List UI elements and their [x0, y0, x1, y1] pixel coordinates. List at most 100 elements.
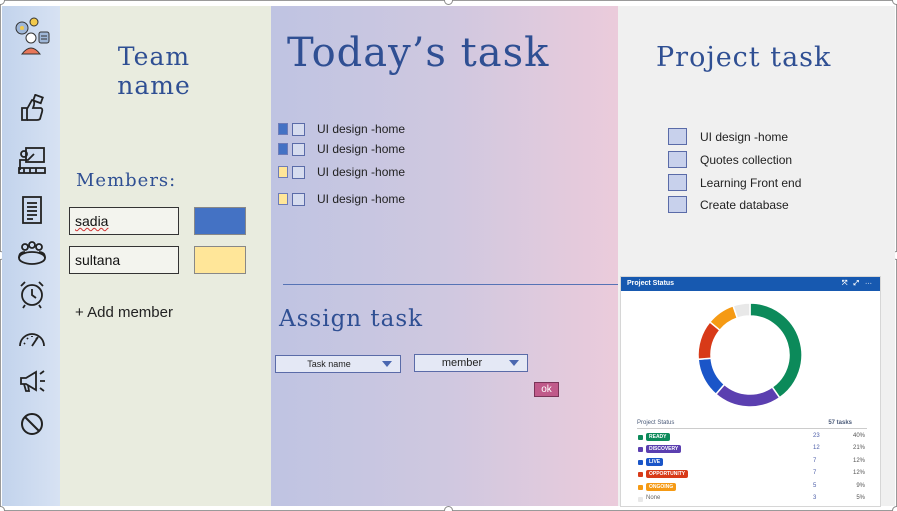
member-name: sadia — [75, 213, 109, 229]
status-percent: 5% — [856, 495, 865, 501]
project-task-label: Create database — [700, 197, 789, 212]
status-count: 12 — [813, 445, 820, 452]
status-color-dot — [638, 497, 643, 502]
donut-slice-live[interactable] — [697, 357, 726, 396]
todays-task-panel: Today’s task UI design -home UI design -… — [271, 6, 618, 506]
project-status-widget: Project Status ⤧ ⤢ ⋯ Project Status 57 t… — [620, 276, 881, 507]
task-label: UI design -home — [317, 165, 406, 179]
task-checkbox[interactable] — [292, 142, 305, 156]
resize-handle-bottom-right[interactable] — [892, 506, 897, 511]
project-task-row: Quotes collection — [668, 151, 792, 168]
assignee-color-marker — [278, 193, 288, 205]
status-row[interactable]: DISCOVERY 12 21% — [637, 444, 867, 455]
block-icon[interactable] — [16, 408, 48, 440]
status-label: LIVE — [646, 457, 664, 466]
team-logo-icon[interactable] — [10, 16, 52, 58]
team-name-title: Team name — [117, 42, 191, 100]
status-row[interactable]: None 3 5% — [637, 494, 867, 505]
status-color-dot — [638, 435, 643, 440]
task-name-dropdown-value: Task name — [307, 359, 351, 369]
speedometer-icon[interactable] — [16, 324, 48, 356]
status-table-title: Project Status — [637, 420, 675, 426]
member-color-swatch[interactable] — [194, 207, 246, 235]
task-label: UI design -home — [317, 122, 406, 136]
document-list-icon[interactable] — [16, 194, 48, 226]
donut-slice-discovery[interactable] — [714, 383, 781, 408]
task-checkbox[interactable] — [292, 122, 305, 136]
assignee-color-marker — [278, 123, 288, 135]
alarm-clock-icon[interactable] — [16, 278, 48, 310]
status-row[interactable]: READY 23 40% — [637, 432, 867, 443]
chevron-down-icon — [509, 360, 519, 366]
status-percent: 9% — [856, 482, 865, 489]
status-label: READY — [646, 433, 670, 441]
project-task-checkbox[interactable] — [668, 151, 687, 168]
presentation-icon[interactable] — [16, 144, 48, 176]
status-count: 23 — [813, 433, 820, 439]
status-label: DISCOVERY — [646, 445, 682, 454]
project-task-checkbox[interactable] — [668, 174, 687, 191]
assignee-color-marker — [278, 166, 288, 178]
status-row[interactable]: ONGOING 5 9% — [637, 482, 867, 493]
status-percent: 12% — [852, 457, 865, 464]
status-color-dot — [638, 484, 643, 490]
status-table-header: Project Status 57 tasks — [637, 420, 867, 429]
status-color-dot — [638, 447, 643, 453]
status-color-dot — [638, 459, 643, 465]
section-divider — [283, 284, 618, 285]
ok-button[interactable]: ok — [534, 382, 559, 397]
task-row: UI design -home — [278, 141, 405, 157]
project-task-row: UI design -home — [668, 128, 788, 145]
task-checkbox[interactable] — [292, 165, 305, 179]
widget-header: Project Status ⤧ ⤢ ⋯ — [621, 277, 880, 291]
status-row[interactable]: LIVE 7 12% — [637, 457, 867, 468]
status-total-count: 57 tasks — [828, 420, 852, 426]
project-task-label: Quotes collection — [700, 152, 793, 167]
status-count: 5 — [813, 482, 817, 489]
add-member-button[interactable]: + Add member — [75, 304, 173, 321]
member-name-field[interactable]: sultana — [69, 246, 179, 274]
icon-sidebar — [2, 6, 60, 506]
task-label: UI design -home — [317, 142, 406, 156]
project-task-title: Project task — [656, 42, 832, 73]
project-task-row: Create database — [668, 196, 789, 213]
project-task-checkbox[interactable] — [668, 128, 687, 145]
task-row: UI design -home — [278, 164, 405, 180]
status-percent: 12% — [852, 470, 865, 477]
project-task-row: Learning Front end — [668, 174, 801, 191]
member-dropdown[interactable]: member — [414, 354, 528, 372]
task-label: UI design -home — [317, 192, 406, 206]
resize-handle-bottom[interactable] — [444, 506, 453, 511]
status-color-dot — [638, 472, 643, 478]
status-donut-chart — [697, 302, 803, 408]
donut-slice-ready[interactable] — [749, 302, 803, 399]
todays-task-title: Today’s task — [287, 30, 550, 76]
status-label: OPPORTUNITY — [646, 470, 689, 479]
megaphone-icon[interactable] — [16, 364, 48, 396]
thumbs-up-icon[interactable] — [16, 93, 48, 126]
status-label: ONGOING — [646, 482, 677, 491]
status-label: None — [646, 495, 661, 501]
member-name: sultana — [75, 252, 121, 268]
status-count: 7 — [813, 457, 817, 464]
status-count: 7 — [813, 470, 817, 477]
member-color-swatch[interactable] — [194, 246, 246, 274]
status-count: 3 — [813, 495, 817, 501]
member-dropdown-value: member — [441, 357, 483, 369]
status-row[interactable]: OPPORTUNITY 7 12% — [637, 469, 867, 480]
task-checkbox[interactable] — [292, 192, 305, 206]
members-label: Members: — [76, 170, 177, 191]
widget-tools-icon[interactable]: ⤧ ⤢ ⋯ — [842, 280, 874, 288]
task-row: UI design -home — [278, 121, 405, 137]
member-name-field[interactable]: sadia — [69, 207, 179, 235]
project-task-checkbox[interactable] — [668, 196, 687, 213]
widget-title: Project Status — [627, 280, 675, 287]
group-icon[interactable] — [16, 238, 48, 270]
task-name-dropdown[interactable]: Task name — [275, 355, 401, 373]
task-row: UI design -home — [278, 191, 405, 207]
assignee-color-marker — [278, 143, 288, 155]
chevron-down-icon — [382, 361, 392, 367]
status-percent: 40% — [852, 433, 865, 439]
status-percent: 21% — [852, 445, 865, 452]
assign-task-title: Assign task — [279, 306, 424, 332]
